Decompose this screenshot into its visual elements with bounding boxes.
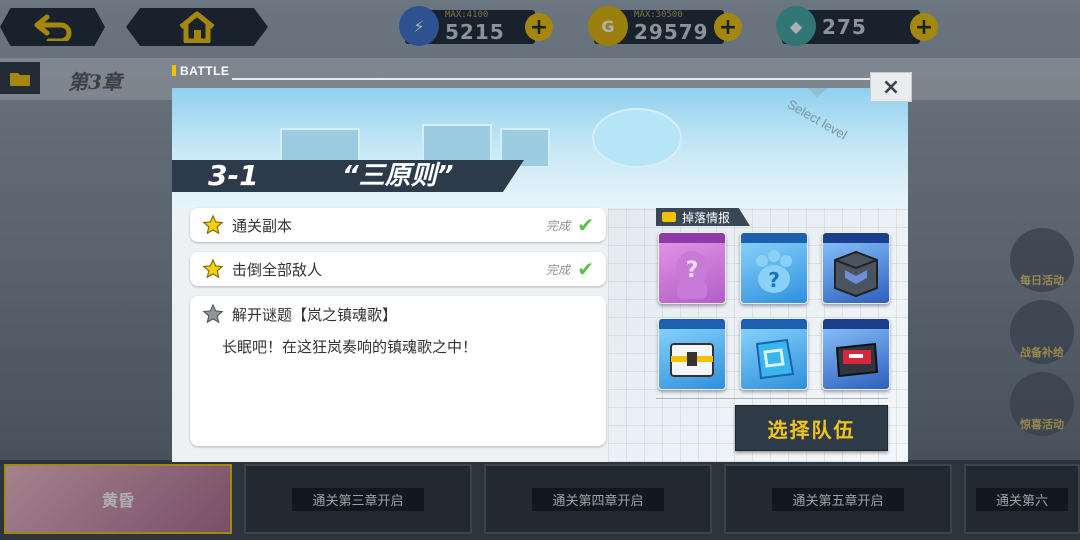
checkmark-icon: ✔ (577, 257, 594, 281)
puzzle-objective-text: 解开谜题【岚之镇魂歌】 (232, 306, 398, 324)
select-team-label: 选择队伍 (767, 417, 856, 442)
drop-item[interactable] (822, 232, 890, 304)
svg-text:?: ? (686, 258, 699, 283)
star-empty-icon (202, 303, 224, 324)
paw-unknown-icon: ? (741, 243, 807, 303)
svg-text:?: ? (768, 268, 780, 292)
chest-icon (662, 212, 676, 222)
drop-item[interactable]: ? (658, 232, 726, 304)
drop-tab (741, 233, 807, 243)
objective-defeat-all: 击倒全部敌人 完成 ✔ (190, 252, 606, 286)
drops-title: 掉落情报 (682, 210, 731, 225)
equipment-chest-icon (823, 243, 889, 303)
close-icon: × (881, 74, 901, 100)
star-filled-icon (202, 214, 224, 235)
drop-tab (823, 319, 889, 329)
red-cartridge-icon (823, 329, 889, 389)
objective-text: 击倒全部敌人 (232, 260, 323, 279)
puzzle-description: 长眠吧！在这狂岚奏响的镇魂歌之中！ (222, 338, 478, 356)
supply-crate-icon (659, 329, 725, 389)
drop-item[interactable]: ? (740, 232, 808, 304)
drop-tab (823, 233, 889, 243)
objective-text: 通关副本 (232, 216, 293, 235)
chip-card-icon (741, 329, 807, 389)
checkmark-icon: ✔ (577, 213, 594, 237)
objective-clear-stage: 通关副本 完成 ✔ (190, 208, 606, 242)
star-filled-icon (202, 258, 224, 279)
drop-item[interactable] (658, 318, 726, 390)
objective-puzzle: 解开谜题【岚之镇魂歌】 长眠吧！在这狂岚奏响的镇魂歌之中！ (190, 296, 606, 446)
battle-label: BATTLE (172, 64, 229, 78)
stage-number: 3-1 (208, 159, 259, 192)
unknown-character-icon: ? (659, 243, 725, 303)
stage-name: “三原则” (342, 161, 454, 191)
drops-divider (656, 398, 888, 399)
drop-tab (741, 319, 807, 329)
select-team-button[interactable]: 选择队伍 (735, 405, 888, 451)
drops-header: 掉落情报 (656, 208, 750, 226)
objective-status: 完成 (545, 262, 570, 277)
battle-divider (232, 78, 908, 80)
close-button[interactable]: × (870, 72, 912, 102)
objective-status: 完成 (545, 218, 570, 233)
drop-item[interactable] (740, 318, 808, 390)
drop-tab (659, 233, 725, 243)
drop-item[interactable] (822, 318, 890, 390)
banner-light (592, 108, 682, 168)
drop-tab (659, 319, 725, 329)
